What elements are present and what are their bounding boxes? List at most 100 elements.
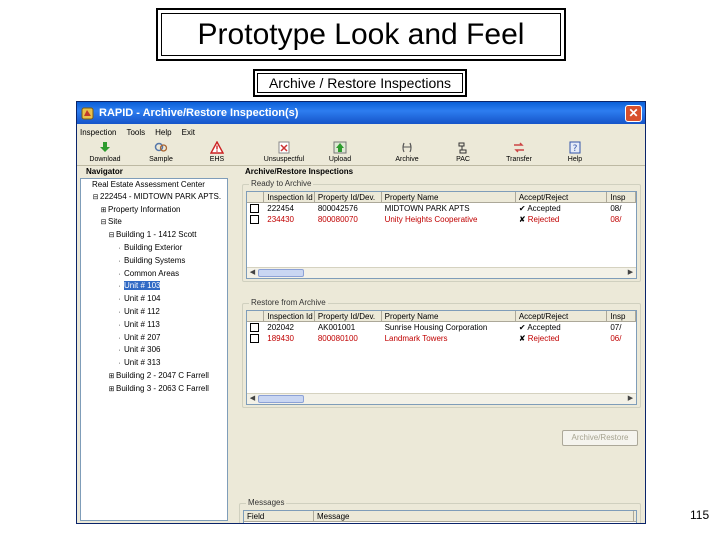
row-checkbox[interactable] — [250, 323, 259, 332]
status-cell: ✔ Accepted — [516, 203, 607, 214]
column-header[interactable]: Property Name — [382, 311, 516, 321]
table-cell: 08/ — [610, 204, 622, 213]
row-checkbox[interactable] — [250, 204, 259, 213]
column-header[interactable] — [247, 311, 265, 321]
column-header[interactable]: Accept/Reject — [516, 311, 608, 321]
table-row[interactable]: 189430 800080100 Landmark Towers ✘ Rejected… — [247, 333, 636, 344]
tree-toggle-icon[interactable]: ⊟ — [91, 192, 100, 204]
tree-connector: · — [118, 347, 121, 355]
archive-restore-pane: Archive/Restore Inspections Ready to Arc… — [239, 167, 644, 521]
scroll-left-icon[interactable]: ◀ — [247, 394, 258, 404]
toolbar-button-upload[interactable]: Upload — [312, 141, 368, 164]
tree-node[interactable]: · Unit # 113 — [83, 319, 227, 332]
tree-node-label: Unit # 306 — [124, 345, 161, 355]
ready-to-archive-table[interactable]: Inspection Id Property Id/Dev. Property Na… — [246, 191, 637, 279]
tree-node[interactable]: ⊟ Building 1 - 1412 Scott — [83, 229, 227, 242]
menu-inspection[interactable]: Inspection — [80, 128, 116, 137]
tree-node[interactable]: · Building Exterior — [83, 242, 227, 255]
message-text-cell: There was an error archiving inspection … — [314, 522, 634, 523]
tree-toggle-icon[interactable]: ⊞ — [107, 384, 116, 396]
toolbar-label: Upload — [328, 156, 352, 163]
messages-header: Field Message — [244, 511, 636, 522]
column-header[interactable]: Property Id/Dev. — [315, 192, 382, 202]
slide-subtitle: Archive / Restore Inspections — [253, 69, 467, 97]
scroll-left-icon[interactable]: ◀ — [247, 268, 258, 278]
toolbar-label: EHS — [209, 156, 225, 163]
column-header[interactable]: Message — [314, 511, 634, 521]
archive-icon — [400, 141, 414, 154]
column-header[interactable]: Property Name — [382, 192, 516, 202]
column-header[interactable]: Insp — [607, 311, 636, 321]
toolbar-label: Archive — [395, 156, 419, 163]
table-row[interactable]: 222454 800042576 MIDTOWN PARK APTS ✔ Accept… — [247, 203, 636, 214]
messages-legend: Messages — [246, 498, 287, 507]
toolbar-button-unsuspectful[interactable]: Unsuspectful — [256, 141, 312, 164]
row-checkbox[interactable] — [250, 334, 259, 343]
restore-from-archive-table[interactable]: Inspection Id Property Id/Dev. Property Na… — [246, 310, 637, 405]
scrollbar-thumb[interactable] — [258, 269, 304, 277]
tree-node[interactable]: ⊞ Building 3 - 2063 C Farrell — [83, 383, 227, 396]
tree-toggle-icon[interactable]: ⊞ — [107, 371, 116, 383]
column-header[interactable]: Accept/Reject — [516, 192, 608, 202]
message-row[interactable]: Not Applicable There was an error archivi… — [244, 522, 636, 524]
restore-from-archive-legend: Restore from Archive — [249, 298, 328, 307]
table-row[interactable]: 234430 800080070 Unity Heights Cooperative… — [247, 214, 636, 225]
close-button[interactable]: ✕ — [625, 104, 642, 122]
horizontal-scrollbar[interactable]: ◀ ▶ — [247, 267, 636, 278]
tree-node[interactable]: · Common Areas — [83, 268, 227, 281]
message-field-text: Not Applicable — [258, 523, 309, 524]
restore-from-archive-group: Restore from Archive Inspection Id Proper… — [242, 298, 641, 408]
scroll-right-icon[interactable]: ▶ — [625, 394, 636, 404]
column-header[interactable] — [247, 192, 265, 202]
tree-node[interactable]: · Unit # 313 — [83, 357, 227, 370]
tree-node[interactable]: ⊟ 222454 - MIDTOWN PARK APTS. — [83, 191, 227, 204]
toolbar-button-help[interactable]: ? Help — [547, 141, 603, 164]
tree-node[interactable]: ⊟ Site — [83, 216, 227, 229]
toolbar-button-transfer[interactable]: Transfer — [491, 141, 547, 164]
toolbar-button-ehs[interactable]: EHS — [189, 141, 245, 164]
toolbar-button-download[interactable]: Download — [77, 141, 133, 164]
tree-node-label: Building 3 - 2063 C Farrell — [116, 383, 209, 393]
archive-restore-button[interactable]: Archive/Restore — [562, 430, 638, 446]
tree-node[interactable]: ⊞ Property Information — [83, 204, 227, 217]
menu-exit[interactable]: Exit — [182, 128, 195, 137]
tree-node[interactable]: · Building Systems — [83, 255, 227, 268]
tree-node-label: Site — [108, 217, 122, 227]
tree-node[interactable]: · Unit # 104 — [83, 293, 227, 306]
tree-node[interactable]: · Unit # 207 — [83, 332, 227, 345]
column-header[interactable]: Field — [244, 511, 314, 521]
tree-toggle-icon[interactable]: ⊞ — [99, 205, 108, 217]
tree-node-label: Building 1 - 1412 Scott — [116, 230, 197, 240]
toolbar-button-pac[interactable]: PAC — [435, 141, 491, 164]
tree-node[interactable]: ⊞ Building 2 - 2047 C Farrell — [83, 370, 227, 383]
toolbar-button-sample[interactable]: Sample — [133, 141, 189, 164]
tree-node-label: Unit # 103 — [124, 281, 161, 291]
tree-connector: · — [118, 360, 121, 368]
column-header[interactable]: Property Id/Dev. — [315, 311, 382, 321]
column-header[interactable]: Insp — [607, 192, 636, 202]
toolbar-button-archive[interactable]: Archive — [379, 141, 435, 164]
scrollbar-thumb[interactable] — [258, 395, 304, 403]
table-row[interactable]: 202042 AK001001 Sunrise Housing Corporatio… — [247, 322, 636, 333]
menu-help[interactable]: Help — [155, 128, 171, 137]
tree-connector: · — [118, 257, 121, 265]
window-titlebar[interactable]: RAPID - Archive/Restore Inspection(s) ✕ — [77, 102, 645, 124]
scroll-right-icon[interactable]: ▶ — [625, 268, 636, 278]
tree-toggle-icon[interactable]: ⊟ — [107, 230, 116, 242]
navigator-tree[interactable]: Real Estate Assessment Center ⊟ 222454 - M… — [80, 178, 228, 521]
app-window: RAPID - Archive/Restore Inspection(s) ✕ … — [76, 101, 646, 524]
column-header[interactable]: Inspection Id — [264, 192, 315, 202]
messages-table[interactable]: FieldMessageNot ApplicableThere was an e… — [243, 510, 637, 524]
menu-tools[interactable]: Tools — [126, 128, 145, 137]
tree-node-label: 222454 - MIDTOWN PARK APTS. — [100, 191, 222, 201]
tree-node[interactable]: Real Estate Assessment Center — [83, 179, 227, 191]
tree-toggle-icon[interactable]: ⊟ — [99, 217, 108, 229]
column-header[interactable]: Inspection Id — [264, 311, 315, 321]
tree-connector: · — [118, 283, 121, 291]
tree-node[interactable]: · Unit # 306 — [83, 344, 227, 357]
tree-node[interactable]: · Unit # 103 — [83, 280, 227, 293]
row-checkbox[interactable] — [250, 215, 259, 224]
horizontal-scrollbar[interactable]: ◀ ▶ — [247, 393, 636, 404]
tree-node[interactable]: · Unit # 112 — [83, 306, 227, 319]
status-text: Rejected — [527, 334, 560, 343]
